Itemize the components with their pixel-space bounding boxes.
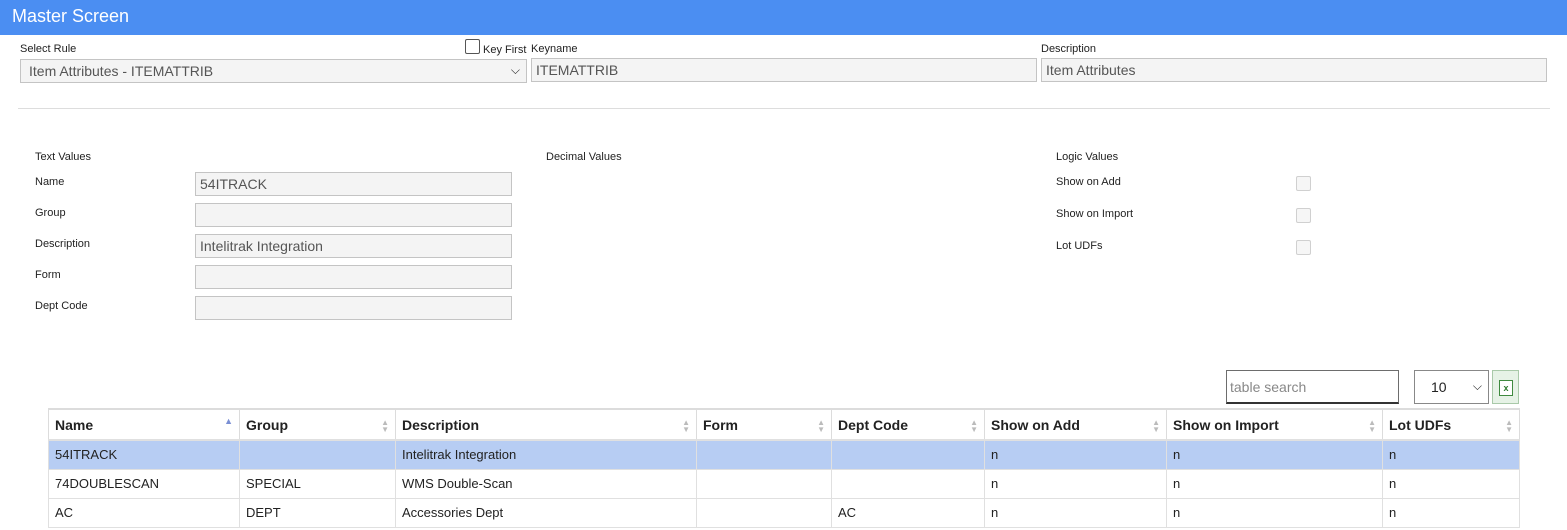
- sort-icon: ▲ ▼: [817, 418, 825, 434]
- export-excel-button[interactable]: x: [1492, 370, 1519, 404]
- divider: [18, 108, 1550, 109]
- sort-icon: ▲ ▼: [970, 418, 978, 434]
- lot-udfs-checkbox[interactable]: [1296, 240, 1311, 255]
- table-row[interactable]: AC DEPT Accessories Dept AC n n n: [48, 497, 1520, 528]
- cell-show-on-add: n: [984, 439, 1167, 470]
- page-size-select[interactable]: 10 ⌵: [1414, 370, 1489, 404]
- cell-dept-code: [831, 439, 985, 470]
- cell-lot-udfs: n: [1382, 439, 1520, 470]
- name-field[interactable]: 54ITRACK: [195, 172, 512, 196]
- cell-form: [696, 439, 832, 470]
- show-on-add-label: Show on Add: [1056, 176, 1121, 188]
- cell-group: [239, 439, 396, 470]
- select-rule-label: Select Rule: [20, 43, 77, 55]
- group-label: Group: [35, 207, 66, 219]
- cell-lot-udfs: n: [1382, 497, 1520, 528]
- column-header-label: Group: [246, 416, 288, 433]
- column-header-label: Show on Import: [1173, 416, 1279, 433]
- logic-values-heading: Logic Values: [1056, 151, 1119, 163]
- dept-code-field[interactable]: [195, 296, 512, 320]
- text-values-heading: Text Values: [35, 151, 92, 163]
- page-size-value: 10: [1431, 379, 1447, 395]
- key-first-label: Key First: [483, 44, 527, 56]
- chevron-down-icon: ⌵: [1472, 379, 1482, 393]
- cell-description: WMS Double-Scan: [395, 468, 697, 499]
- key-first-checkbox[interactable]: [465, 39, 480, 54]
- column-header-label: Form: [703, 416, 738, 433]
- excel-icon: x: [1499, 380, 1513, 396]
- select-rule-value: Item Attributes - ITEMATTRIB: [29, 63, 214, 79]
- cell-name: AC: [48, 497, 240, 528]
- decimal-values-heading: Decimal Values: [546, 151, 622, 163]
- sort-icon: ▲ ▼: [1368, 418, 1376, 434]
- cell-dept-code: [831, 468, 985, 499]
- cell-dept-code: AC: [831, 497, 985, 528]
- cell-show-on-add: n: [984, 468, 1167, 499]
- column-header-form[interactable]: Form ▲ ▼: [696, 408, 832, 441]
- cell-show-on-import: n: [1166, 497, 1383, 528]
- sort-icon: ▲ ▼: [1505, 418, 1513, 434]
- keyname-field[interactable]: ITEMATTRIB: [531, 58, 1037, 82]
- cell-description: Accessories Dept: [395, 497, 697, 528]
- cell-lot-udfs: n: [1382, 468, 1520, 499]
- column-header-label: Description: [402, 416, 480, 433]
- text-description-label: Description: [35, 238, 91, 250]
- cell-show-on-import: n: [1166, 468, 1383, 499]
- description-field[interactable]: Item Attributes: [1041, 58, 1547, 82]
- form-label: Form: [35, 269, 61, 281]
- column-header-label: Show on Add: [991, 416, 1080, 433]
- name-label: Name: [35, 176, 65, 188]
- keyname-label: Keyname: [531, 43, 578, 55]
- lot-udfs-label: Lot UDFs: [1056, 240, 1103, 252]
- text-description-field[interactable]: Intelitrak Integration: [195, 234, 512, 258]
- cell-group: SPECIAL: [239, 468, 396, 499]
- select-rule-dropdown[interactable]: Item Attributes - ITEMATTRIB ⌵: [20, 59, 527, 83]
- dept-code-label: Dept Code: [35, 300, 88, 312]
- cell-show-on-add: n: [984, 497, 1167, 528]
- table-row[interactable]: 54ITRACK Intelitrak Integration n n n: [48, 439, 1520, 470]
- column-header-dept-code[interactable]: Dept Code ▲ ▼: [831, 408, 985, 441]
- column-header-group[interactable]: Group ▲ ▼: [239, 408, 396, 441]
- show-on-import-label: Show on Import: [1056, 208, 1134, 220]
- show-on-import-checkbox[interactable]: [1296, 208, 1311, 223]
- cell-form: [696, 497, 832, 528]
- data-table: Name ▲ Group ▲ ▼ Description ▲ ▼ Form ▲ ▼ Dept …: [48, 408, 1520, 528]
- title-bar: Master Screen: [0, 0, 1567, 35]
- column-header-label: Lot UDFs: [1389, 416, 1452, 433]
- form-field[interactable]: [195, 265, 512, 289]
- cell-name: 54ITRACK: [48, 439, 240, 470]
- column-header-label: Dept Code: [838, 416, 908, 433]
- table-header-row: Name ▲ Group ▲ ▼ Description ▲ ▼ Form ▲ ▼ Dept …: [48, 408, 1520, 441]
- table-search-input[interactable]: table search: [1226, 370, 1399, 404]
- table-search-placeholder: table search: [1230, 379, 1307, 395]
- description-label: Description: [1041, 43, 1097, 55]
- column-header-description[interactable]: Description ▲ ▼: [395, 408, 697, 441]
- cell-description: Intelitrak Integration: [395, 439, 697, 470]
- cell-group: DEPT: [239, 497, 396, 528]
- sort-icon: ▲ ▼: [682, 418, 690, 434]
- chevron-down-icon: ⌵: [510, 63, 520, 77]
- cell-name: 74DOUBLESCAN: [48, 468, 240, 499]
- show-on-add-checkbox[interactable]: [1296, 176, 1311, 191]
- column-header-show-on-add[interactable]: Show on Add ▲ ▼: [984, 408, 1167, 441]
- sort-icon: ▲ ▼: [1152, 418, 1160, 434]
- page-title: Master Screen: [12, 6, 130, 26]
- table-row[interactable]: 74DOUBLESCAN SPECIAL WMS Double-Scan n n…: [48, 468, 1520, 499]
- column-header-label: Name: [55, 416, 94, 433]
- group-field[interactable]: [195, 203, 512, 227]
- column-header-show-on-import[interactable]: Show on Import ▲ ▼: [1166, 408, 1383, 441]
- sort-icon: ▲ ▼: [381, 418, 389, 434]
- column-header-lot-udfs[interactable]: Lot UDFs ▲ ▼: [1382, 408, 1520, 441]
- sort-asc-icon: ▲: [224, 416, 233, 426]
- cell-show-on-import: n: [1166, 439, 1383, 470]
- cell-form: [696, 468, 832, 499]
- column-header-name[interactable]: Name ▲: [48, 408, 240, 441]
